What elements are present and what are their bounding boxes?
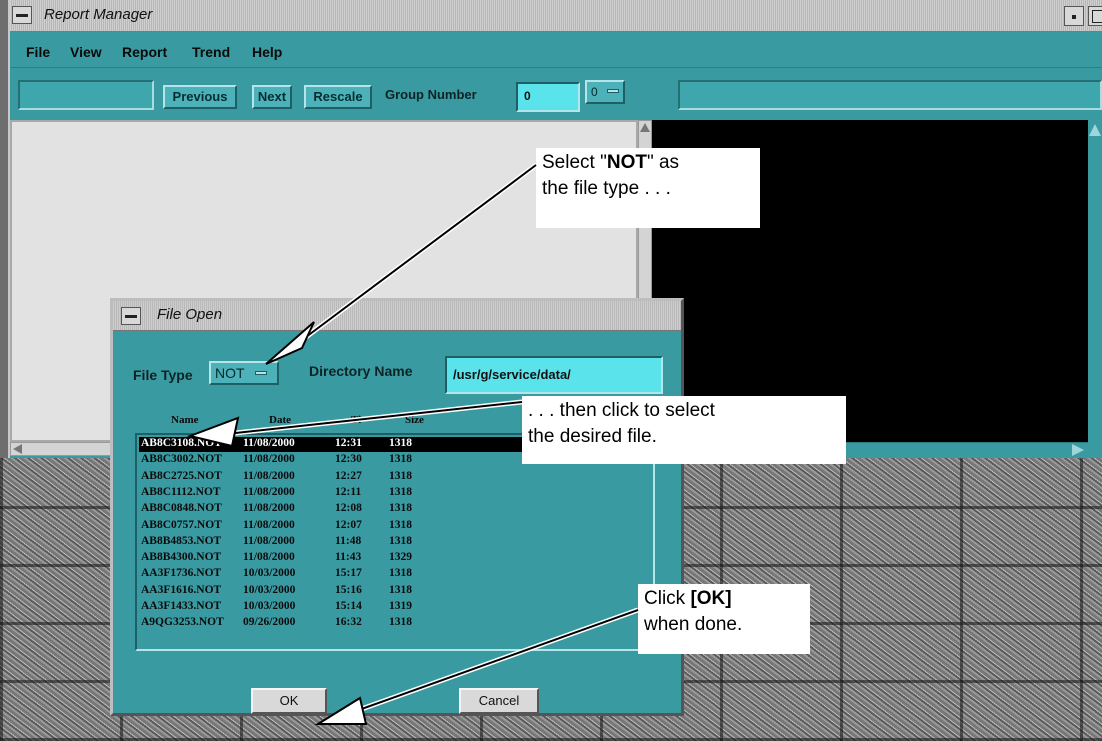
arrowhead-icon <box>314 696 368 725</box>
arrow-to-file <box>207 401 523 437</box>
annotation-arrows <box>186 162 639 725</box>
arrowhead-icon <box>186 416 240 448</box>
arrow-to-ok <box>341 609 639 717</box>
arrowhead-icon <box>265 321 315 365</box>
arrow-to-file-type <box>301 164 537 341</box>
